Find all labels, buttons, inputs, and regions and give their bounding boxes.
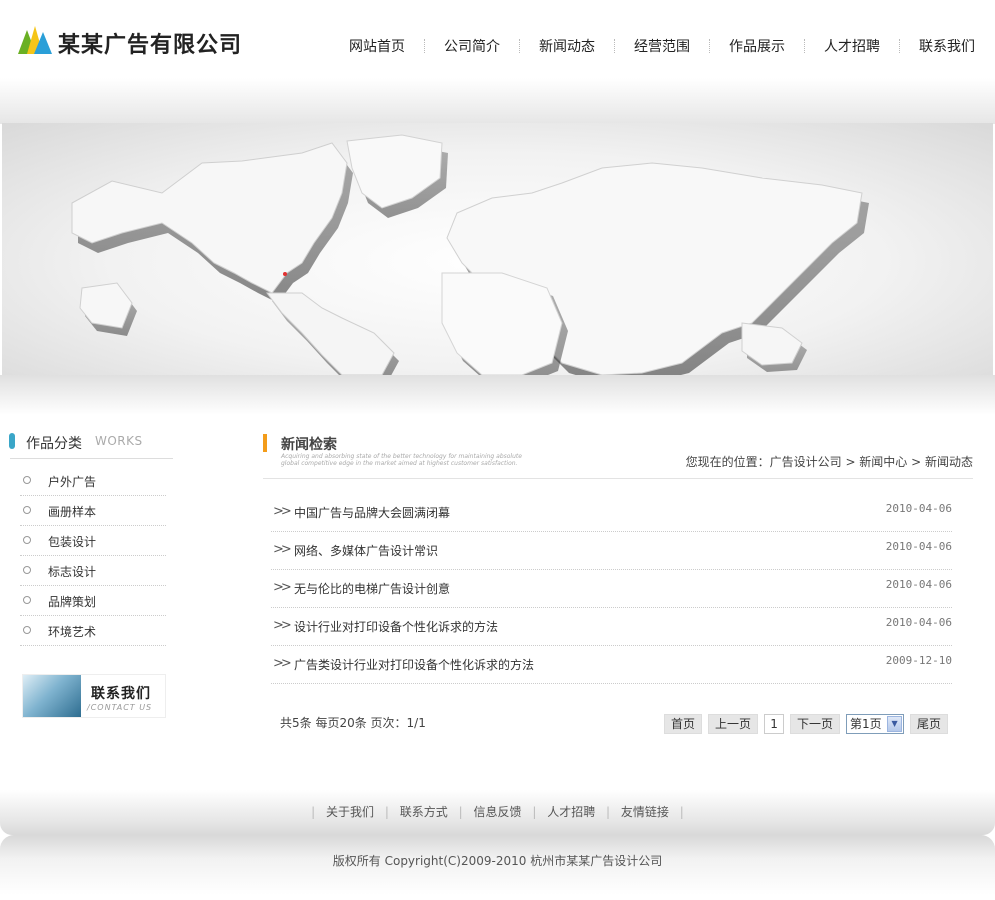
contact-us-subtitle: /CONTACT US bbox=[87, 703, 153, 712]
prev-page-button[interactable]: 上一页 bbox=[708, 714, 759, 734]
category-label: 标志设计 bbox=[48, 565, 97, 579]
banner-bottom-band bbox=[0, 375, 995, 415]
sidebar-divider bbox=[10, 458, 173, 459]
copyright-text: 版权所有 Copyright(C)2009-2010 杭州市某某广告设计公司 bbox=[332, 854, 663, 868]
footer-divider: | bbox=[679, 805, 684, 819]
news-item[interactable]: >> 中国广告与品牌大会圆满闭幕 2010-04-06 bbox=[271, 494, 952, 532]
news-date: 2010-04-06 bbox=[885, 540, 952, 553]
news-item[interactable]: >> 无与伦比的电梯广告设计创意 2010-04-06 bbox=[271, 570, 952, 608]
category-label: 户外广告 bbox=[48, 475, 97, 489]
news-date: 2009-12-10 bbox=[885, 654, 952, 667]
world-map-banner bbox=[2, 123, 993, 375]
section-title-marker bbox=[263, 434, 267, 452]
world-map-image bbox=[71, 134, 869, 375]
circle-bullet-icon bbox=[23, 626, 31, 634]
site-header: 某某广告有限公司 网站首页 公司简介 新闻动态 经营范围 作品展示 人才招聘 联… bbox=[0, 0, 995, 80]
circle-bullet-icon bbox=[23, 506, 31, 514]
last-page-button[interactable]: 尾页 bbox=[910, 714, 949, 734]
category-item-packaging[interactable]: 包装设计 bbox=[20, 526, 166, 556]
phone-icon bbox=[23, 675, 81, 717]
contact-us-banner[interactable]: 联系我们 /CONTACT US bbox=[22, 674, 166, 718]
circle-bullet-icon bbox=[23, 536, 31, 544]
company-logo-icon[interactable] bbox=[18, 24, 52, 56]
news-list: >> 中国广告与品牌大会圆满闭幕 2010-04-06 >> 网络、多媒体广告设计常识… bbox=[271, 494, 952, 684]
footer-link-contact[interactable]: 联系方式 bbox=[400, 805, 448, 819]
double-chevron-right-icon: >> bbox=[273, 580, 292, 595]
category-item-outdoor[interactable]: 户外广告 bbox=[20, 466, 166, 496]
circle-bullet-icon bbox=[23, 596, 31, 604]
main-nav: 网站首页 公司简介 新闻动态 经营范围 作品展示 人才招聘 联系我们 bbox=[330, 36, 994, 56]
nav-jobs[interactable]: 人才招聘 bbox=[805, 36, 899, 56]
category-item-branding[interactable]: 品牌策划 bbox=[20, 586, 166, 616]
first-page-button[interactable]: 首页 bbox=[664, 714, 703, 734]
contact-us-title: 联系我们 bbox=[91, 686, 151, 702]
breadcrumb[interactable]: 您现在的位置：广告设计公司 > 新闻中心 > 新闻动态 bbox=[686, 453, 973, 470]
category-item-brochure[interactable]: 画册样本 bbox=[20, 496, 166, 526]
banner-top-band bbox=[0, 78, 995, 124]
chevron-down-icon: ▼ bbox=[887, 716, 903, 732]
news-date: 2010-04-06 bbox=[885, 616, 952, 629]
footer-links: | 关于我们 | 联系方式 | 信息反馈 | 人才招聘 | 友情链接 | bbox=[0, 803, 995, 820]
news-title: 广告类设计行业对打印设备个性化诉求的方法 bbox=[294, 658, 535, 672]
sidebar-title: 作品分类 bbox=[26, 436, 82, 452]
news-item[interactable]: >> 广告类设计行业对打印设备个性化诉求的方法 2009-12-10 bbox=[271, 646, 952, 684]
news-date: 2010-04-06 bbox=[885, 578, 952, 591]
footer-link-friends[interactable]: 友情链接 bbox=[621, 805, 669, 819]
circle-bullet-icon bbox=[23, 566, 31, 574]
footer-link-jobs[interactable]: 人才招聘 bbox=[547, 805, 595, 819]
footer-divider: | bbox=[606, 805, 611, 819]
nav-contact[interactable]: 联系我们 bbox=[900, 36, 994, 56]
category-label: 包装设计 bbox=[48, 535, 97, 549]
footer-divider: | bbox=[458, 805, 463, 819]
sidebar-title-marker bbox=[9, 433, 15, 449]
footer-link-about[interactable]: 关于我们 bbox=[326, 805, 374, 819]
double-chevron-right-icon: >> bbox=[273, 656, 292, 671]
page-select-value: 第1页 bbox=[850, 717, 882, 731]
category-label: 品牌策划 bbox=[48, 595, 97, 609]
news-item[interactable]: >> 网络、多媒体广告设计常识 2010-04-06 bbox=[271, 532, 952, 570]
page-tagline: Acquiring and absorbing state of the bet… bbox=[281, 453, 522, 467]
nav-business[interactable]: 经营范围 bbox=[615, 36, 709, 56]
category-label: 画册样本 bbox=[48, 505, 97, 519]
nav-about[interactable]: 公司简介 bbox=[425, 36, 519, 56]
news-title: 无与伦比的电梯广告设计创意 bbox=[294, 582, 451, 596]
works-category-list: 户外广告 画册样本 包装设计 标志设计 品牌策划 环境艺术 bbox=[20, 466, 166, 646]
page-select[interactable]: 第1页 ▼ bbox=[846, 714, 905, 734]
footer-link-feedback[interactable]: 信息反馈 bbox=[473, 805, 521, 819]
double-chevron-right-icon: >> bbox=[273, 618, 292, 633]
news-title: 网络、多媒体广告设计常识 bbox=[294, 544, 439, 558]
page-title: 新闻检索 bbox=[281, 437, 337, 453]
pagination: 首页 上一页 1 下一页 第1页 ▼ 尾页 bbox=[664, 714, 954, 734]
news-date: 2010-04-06 bbox=[885, 502, 952, 515]
section-divider bbox=[263, 478, 973, 479]
news-item[interactable]: >> 设计行业对打印设备个性化诉求的方法 2010-04-06 bbox=[271, 608, 952, 646]
nav-home[interactable]: 网站首页 bbox=[330, 36, 424, 56]
nav-news[interactable]: 新闻动态 bbox=[520, 36, 614, 56]
next-page-button[interactable]: 下一页 bbox=[790, 714, 841, 734]
footer-divider: | bbox=[384, 805, 389, 819]
category-item-logo[interactable]: 标志设计 bbox=[20, 556, 166, 586]
category-label: 环境艺术 bbox=[48, 625, 97, 639]
sidebar-subtitle: WORKS bbox=[95, 434, 143, 448]
news-title: 设计行业对打印设备个性化诉求的方法 bbox=[294, 620, 499, 634]
page-number-button[interactable]: 1 bbox=[764, 714, 785, 734]
nav-works[interactable]: 作品展示 bbox=[710, 36, 804, 56]
double-chevron-right-icon: >> bbox=[273, 542, 292, 557]
circle-bullet-icon bbox=[23, 476, 31, 484]
footer-divider: | bbox=[532, 805, 537, 819]
footer-divider: | bbox=[311, 805, 316, 819]
company-name[interactable]: 某某广告有限公司 bbox=[58, 27, 242, 59]
news-title: 中国广告与品牌大会圆满闭幕 bbox=[294, 506, 451, 520]
category-item-environment[interactable]: 环境艺术 bbox=[20, 616, 166, 646]
pagination-info: 共5条 每页20条 页次：1/1 bbox=[280, 716, 426, 730]
double-chevron-right-icon: >> bbox=[273, 504, 292, 519]
